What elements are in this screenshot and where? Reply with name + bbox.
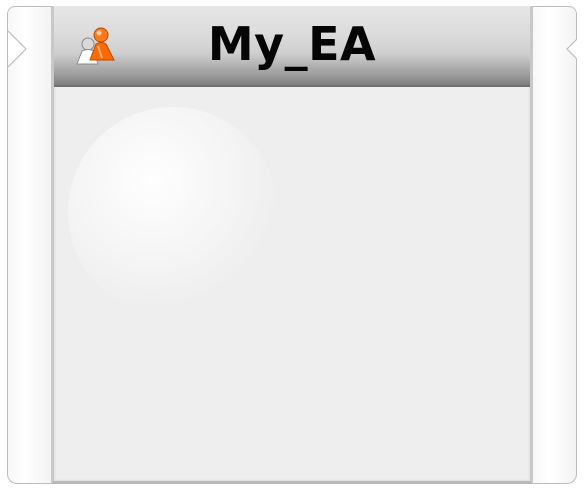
left-tab-notch-icon	[8, 30, 27, 68]
background-glow	[68, 107, 278, 317]
main-panel: My_EA	[51, 6, 533, 484]
window-title: My_EA	[207, 17, 377, 71]
ea-window: My_EA	[0, 0, 586, 491]
right-side-tab[interactable]	[533, 6, 577, 484]
left-side-tab[interactable]	[7, 6, 51, 484]
header-bar: My_EA	[54, 6, 530, 87]
right-tab-notch-icon	[566, 38, 577, 60]
content-area	[54, 87, 530, 481]
